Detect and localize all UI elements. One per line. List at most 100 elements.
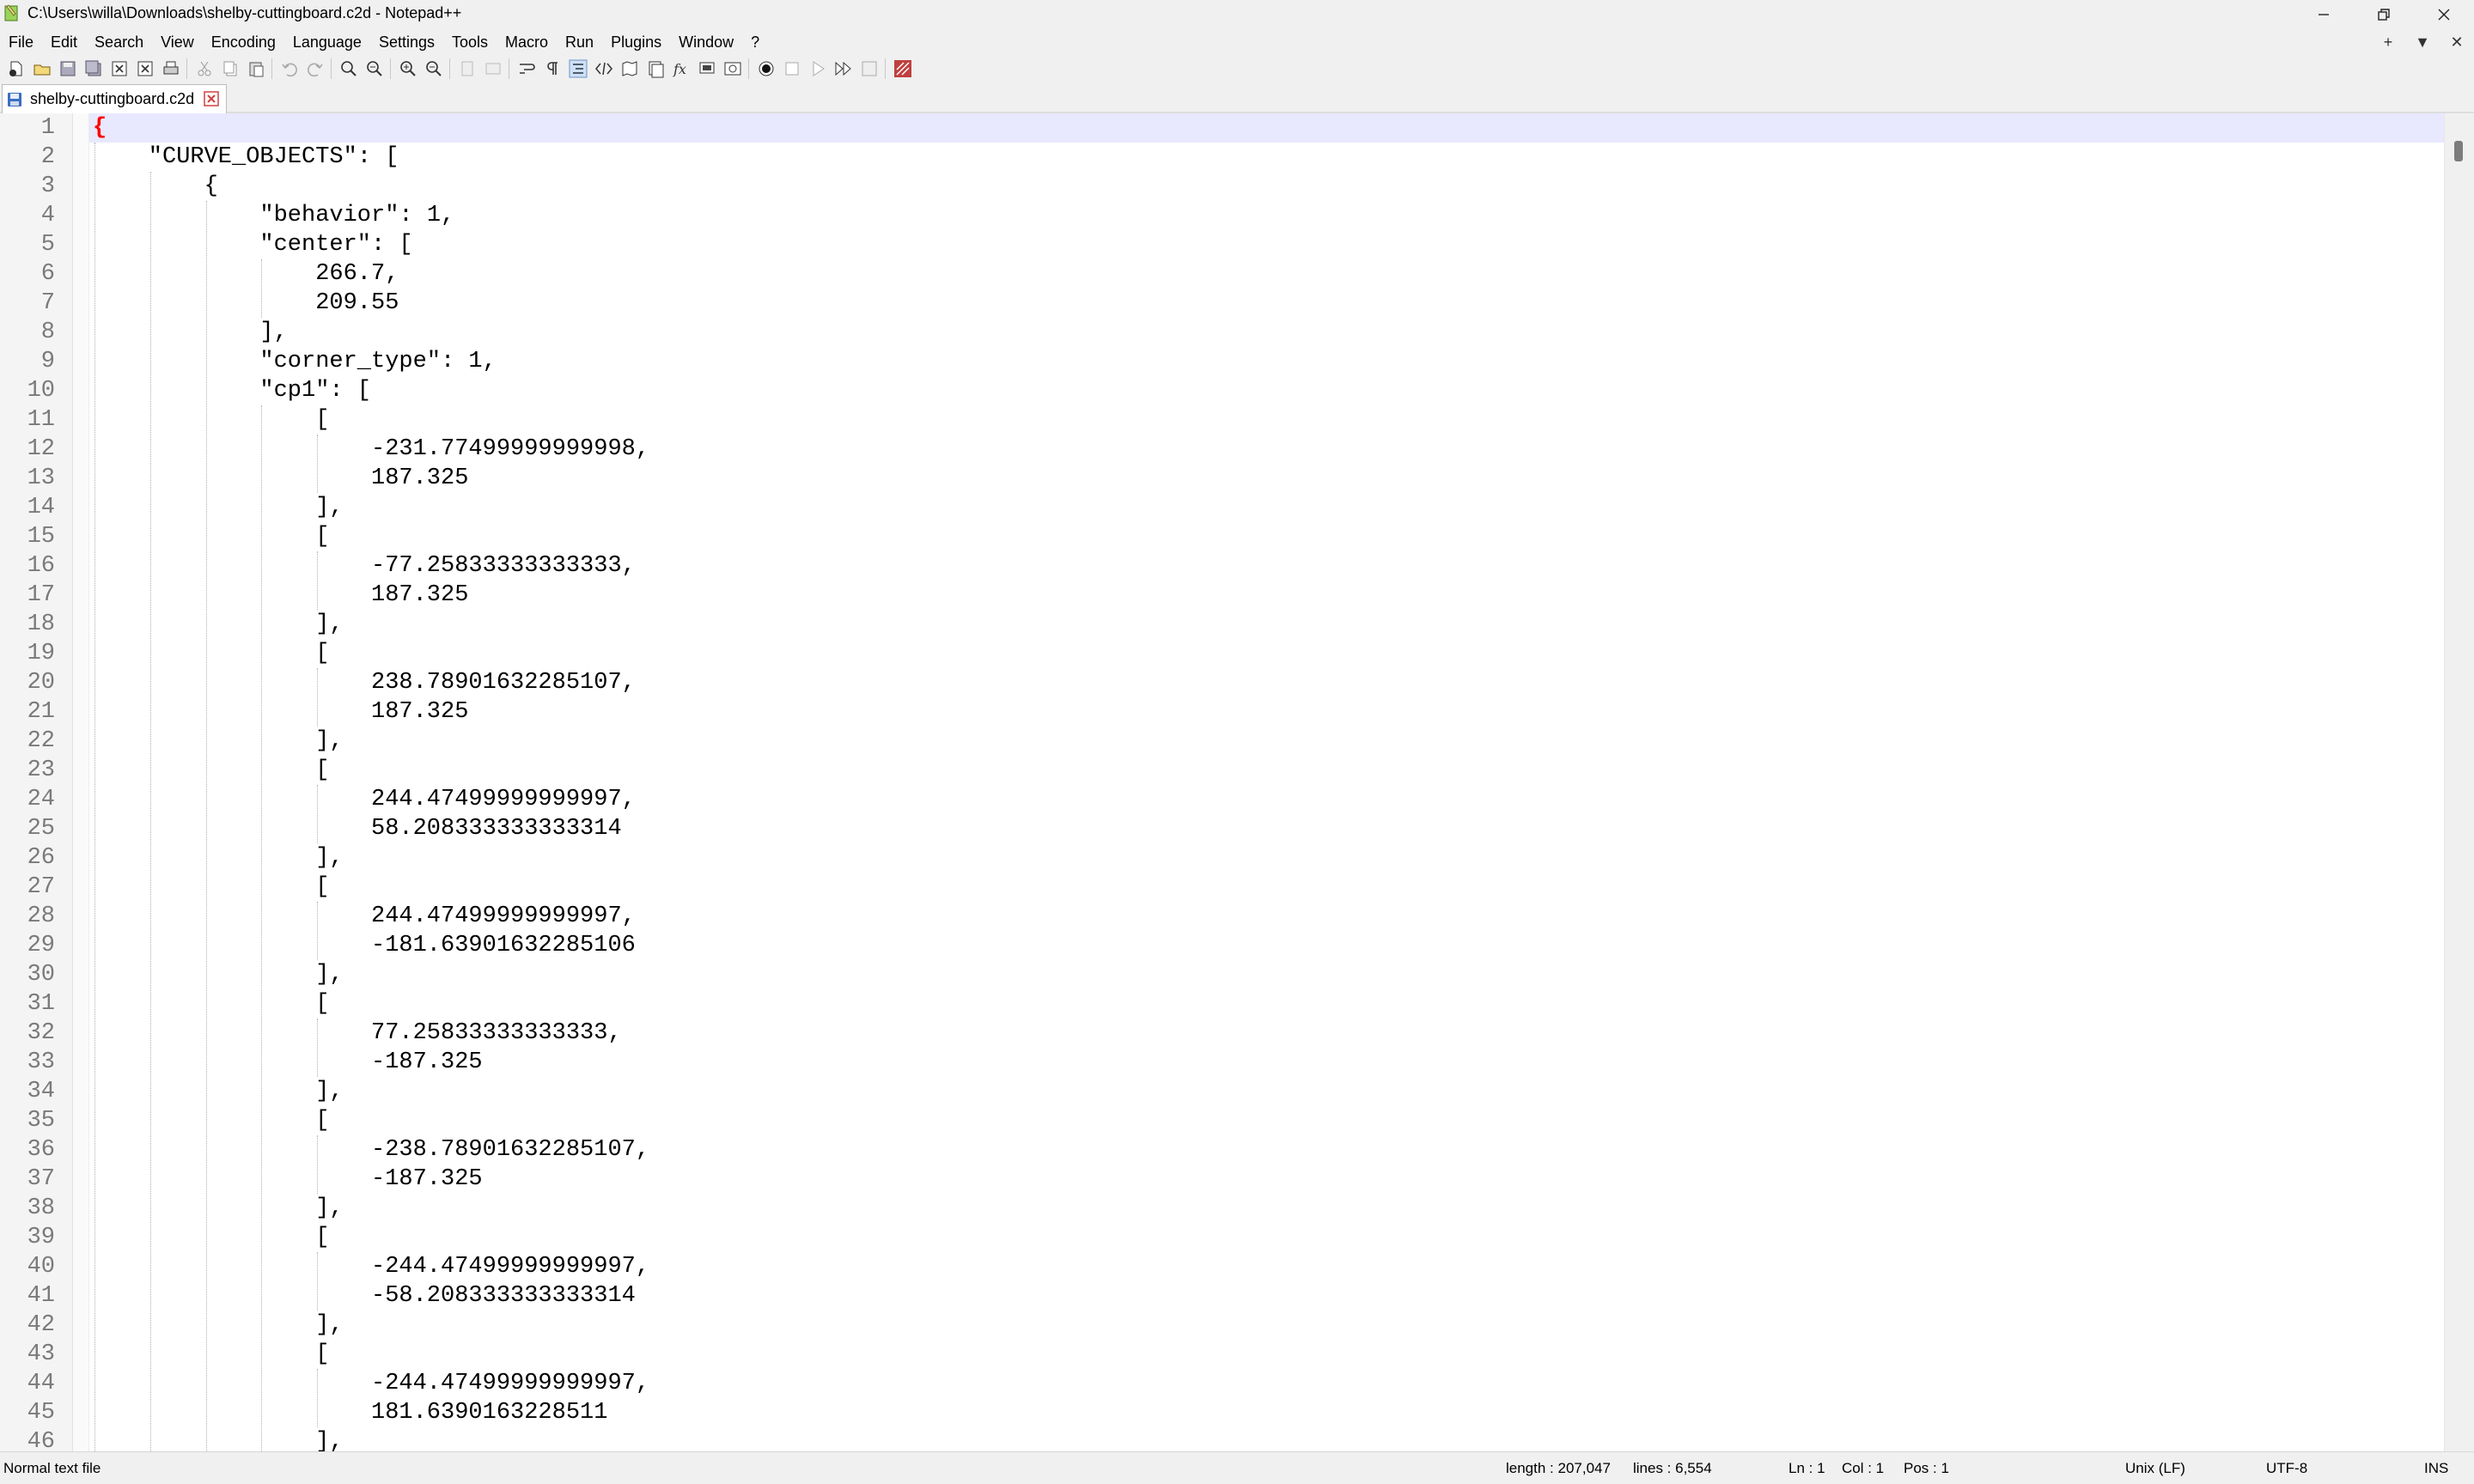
code-line[interactable]: "cp1": [ xyxy=(89,376,2445,405)
cut-button[interactable] xyxy=(192,57,217,81)
code-line[interactable]: 187.325 xyxy=(89,697,2445,727)
code-line[interactable]: 238.78901632285107, xyxy=(89,668,2445,697)
code-line[interactable]: [ xyxy=(89,873,2445,902)
menu-language[interactable]: Language xyxy=(284,29,370,55)
zoom-out-button[interactable] xyxy=(421,57,447,81)
text-area[interactable]: {"CURVE_OBJECTS": [{"behavior": 1, "cente… xyxy=(89,113,2445,1451)
code-line[interactable]: { xyxy=(89,172,2445,201)
code-line[interactable]: [ xyxy=(89,639,2445,668)
code-line[interactable]: [ xyxy=(89,1106,2445,1135)
code-line[interactable]: ], xyxy=(89,318,2445,347)
indent-guide-button[interactable] xyxy=(565,57,591,81)
menu-search[interactable]: Search xyxy=(86,29,152,55)
code-line[interactable]: -187.325 xyxy=(89,1048,2445,1077)
fold-margin[interactable] xyxy=(73,113,89,1451)
stop-record-button[interactable] xyxy=(779,57,805,81)
scrollbar-thumb[interactable] xyxy=(2454,141,2463,161)
folder-workspace-button[interactable] xyxy=(694,57,720,81)
code-line[interactable]: "CURVE_OBJECTS": [ xyxy=(89,143,2445,172)
menu-plugins[interactable]: Plugins xyxy=(602,29,670,55)
menu-tools[interactable]: Tools xyxy=(443,29,497,55)
menu-file[interactable]: File xyxy=(0,29,42,55)
tab-list-button[interactable]: ▼ xyxy=(2405,29,2440,55)
code-line[interactable]: 244.47499999999997, xyxy=(89,902,2445,931)
close-window-button[interactable] xyxy=(2414,0,2474,29)
record-macro-button[interactable] xyxy=(753,57,779,81)
menu-view[interactable]: View xyxy=(152,29,203,55)
code-line[interactable]: ], xyxy=(89,1427,2445,1451)
menu-macro[interactable]: Macro xyxy=(497,29,557,55)
new-tab-button[interactable]: + xyxy=(2371,29,2405,55)
tab-shelby-cuttingboard[interactable]: shelby-cuttingboard.c2d xyxy=(2,84,227,113)
code-line[interactable]: "center": [ xyxy=(89,230,2445,259)
save-macro-button[interactable] xyxy=(856,57,882,81)
code-line[interactable]: 187.325 xyxy=(89,464,2445,493)
code-line[interactable]: 181.6390163228511 xyxy=(89,1398,2445,1427)
menu-run[interactable]: Run xyxy=(557,29,602,55)
run-macro-multiple-button[interactable] xyxy=(831,57,856,81)
play-macro-button[interactable] xyxy=(805,57,831,81)
print-button[interactable] xyxy=(158,57,184,81)
menu-settings[interactable]: Settings xyxy=(370,29,443,55)
sync-vertical-button[interactable] xyxy=(454,57,480,81)
code-line[interactable]: 187.325 xyxy=(89,581,2445,610)
code-line[interactable]: 266.7, xyxy=(89,259,2445,289)
function-list-button[interactable]: fx xyxy=(668,57,694,81)
code-line[interactable]: -244.47499999999997, xyxy=(89,1369,2445,1398)
code-line[interactable]: -58.208333333333314 xyxy=(89,1281,2445,1311)
spell-check-button[interactable] xyxy=(890,57,916,81)
restore-button[interactable] xyxy=(2354,0,2414,29)
code-line[interactable]: ], xyxy=(89,727,2445,756)
menu-window[interactable]: Window xyxy=(670,29,742,55)
paste-button[interactable] xyxy=(243,57,269,81)
code-line[interactable]: -187.325 xyxy=(89,1165,2445,1194)
show-all-chars-button[interactable] xyxy=(539,57,565,81)
code-line[interactable]: ], xyxy=(89,843,2445,873)
document-map-button[interactable] xyxy=(617,57,643,81)
close-all-button[interactable] xyxy=(132,57,158,81)
replace-button[interactable] xyxy=(362,57,387,81)
code-line[interactable]: "behavior": 1, xyxy=(89,201,2445,230)
menu-help[interactable]: ? xyxy=(742,29,768,55)
current-line[interactable]: { xyxy=(89,113,2445,143)
doc-list-button[interactable] xyxy=(643,57,668,81)
code-line[interactable]: -231.77499999999998, xyxy=(89,435,2445,464)
code-line[interactable]: [ xyxy=(89,405,2445,435)
code-line[interactable]: ], xyxy=(89,610,2445,639)
menu-edit[interactable]: Edit xyxy=(42,29,86,55)
code-line[interactable]: ], xyxy=(89,1077,2445,1106)
code-line[interactable]: ], xyxy=(89,1194,2445,1223)
code-line[interactable]: 244.47499999999997, xyxy=(89,785,2445,814)
code-line[interactable]: 77.25833333333333, xyxy=(89,1019,2445,1048)
code-line[interactable]: ], xyxy=(89,960,2445,989)
vertical-scrollbar[interactable] xyxy=(2444,113,2474,1451)
code-line[interactable]: 209.55 xyxy=(89,289,2445,318)
find-button[interactable] xyxy=(336,57,362,81)
code-line[interactable]: -77.25833333333333, xyxy=(89,551,2445,581)
word-wrap-button[interactable] xyxy=(514,57,539,81)
code-line[interactable]: "corner_type": 1, xyxy=(89,347,2445,376)
code-line[interactable]: [ xyxy=(89,522,2445,551)
save-button[interactable] xyxy=(55,57,81,81)
tab-close-icon[interactable] xyxy=(204,91,219,106)
xml-tag-button[interactable] xyxy=(591,57,617,81)
code-line[interactable]: [ xyxy=(89,1223,2445,1252)
minimize-button[interactable] xyxy=(2294,0,2354,29)
zoom-in-button[interactable] xyxy=(395,57,421,81)
code-line[interactable]: [ xyxy=(89,989,2445,1019)
sync-horizontal-button[interactable] xyxy=(480,57,506,81)
code-line[interactable]: -244.47499999999997, xyxy=(89,1252,2445,1281)
copy-button[interactable] xyxy=(217,57,243,81)
redo-button[interactable] xyxy=(302,57,328,81)
monitoring-button[interactable] xyxy=(720,57,746,81)
close-tab-button[interactable]: ✕ xyxy=(2440,29,2474,55)
close-button[interactable] xyxy=(107,57,132,81)
code-line[interactable]: [ xyxy=(89,756,2445,785)
code-line[interactable]: ], xyxy=(89,493,2445,522)
open-file-button[interactable] xyxy=(29,57,55,81)
code-line[interactable]: -181.63901632285106 xyxy=(89,931,2445,960)
save-all-button[interactable] xyxy=(81,57,107,81)
code-line[interactable]: ], xyxy=(89,1311,2445,1340)
undo-button[interactable] xyxy=(277,57,302,81)
code-line[interactable]: [ xyxy=(89,1340,2445,1369)
